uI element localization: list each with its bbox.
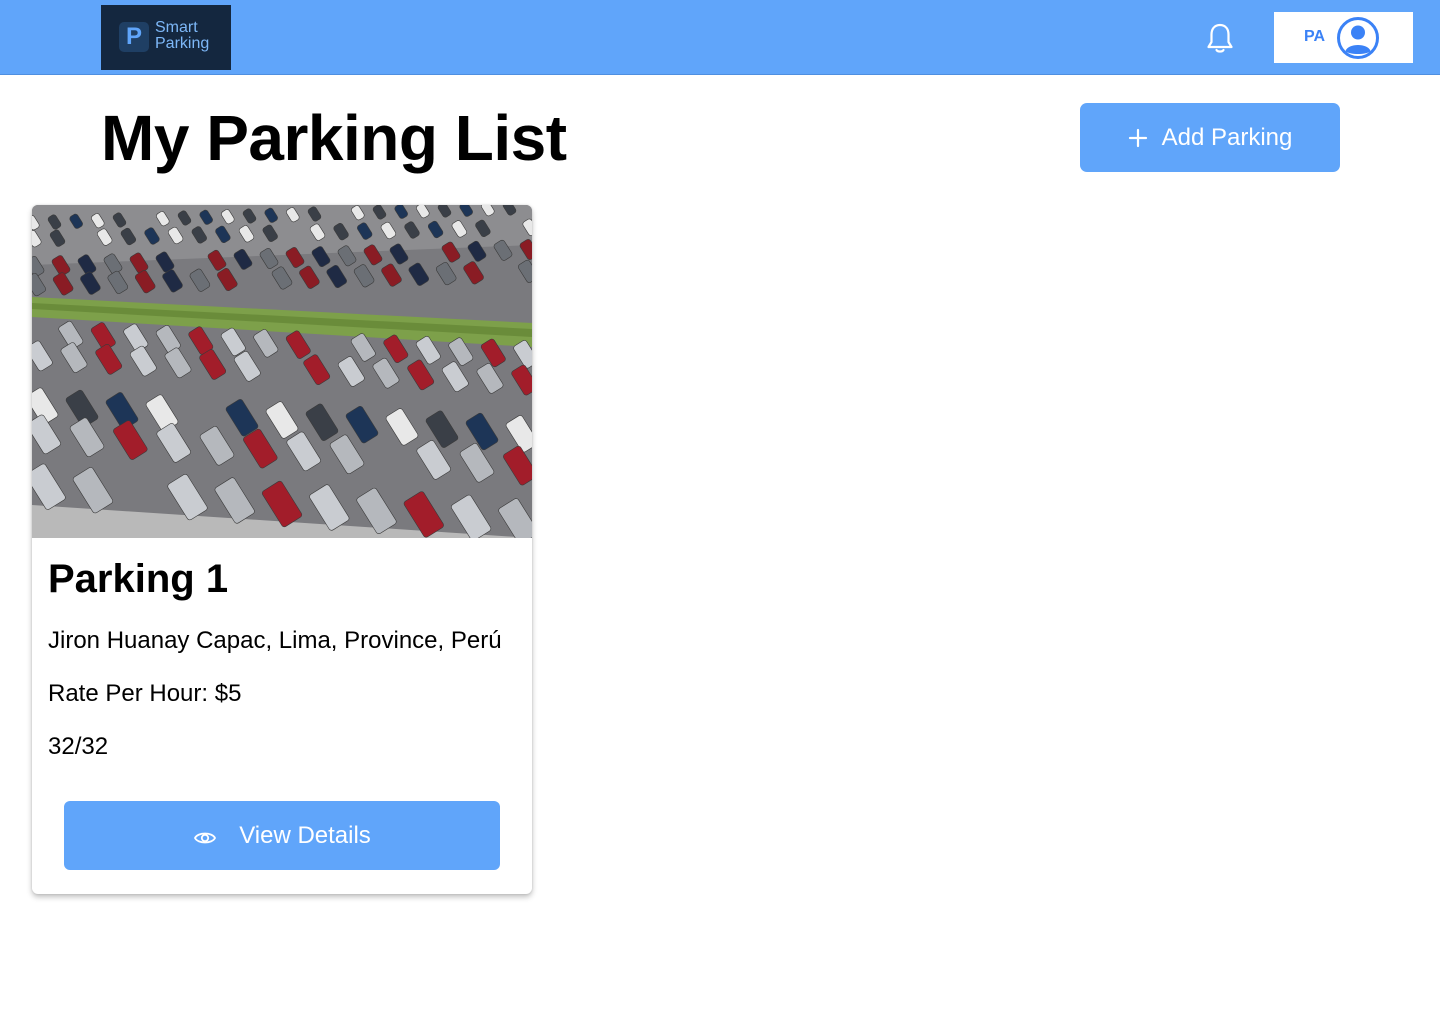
add-parking-button[interactable]: Add Parking bbox=[1080, 103, 1340, 172]
user-menu[interactable]: PA bbox=[1274, 12, 1413, 63]
top-navbar: P Smart Parking PA bbox=[0, 0, 1440, 75]
logo-text-line2: Parking bbox=[155, 35, 210, 52]
logo-mark: P bbox=[119, 22, 149, 52]
user-initials: PA bbox=[1304, 28, 1326, 45]
add-parking-label: Add Parking bbox=[1161, 123, 1293, 151]
parking-rate: Rate Per Hour: $5 bbox=[48, 680, 242, 707]
page-title: My Parking List bbox=[101, 102, 567, 174]
bell-icon[interactable] bbox=[1204, 22, 1236, 54]
eye-icon bbox=[194, 832, 217, 843]
logo-text-line1: Smart bbox=[155, 19, 198, 36]
smart-parking-logo[interactable]: P Smart Parking bbox=[101, 5, 231, 70]
parking-name: Parking 1 bbox=[48, 557, 229, 601]
view-details-label: View Details bbox=[239, 821, 371, 849]
parking-address: Jiron Huanay Capac, Lima, Province, Perú bbox=[48, 627, 502, 654]
parking-card: Parking 1 Jiron Huanay Capac, Lima, Prov… bbox=[32, 205, 532, 894]
logo-text: Smart Parking bbox=[155, 20, 209, 52]
plus-icon bbox=[1128, 128, 1147, 147]
parking-lot-photo bbox=[32, 205, 532, 538]
user-circle-icon bbox=[1337, 17, 1379, 59]
view-details-button[interactable]: View Details bbox=[64, 801, 500, 870]
parking-capacity: 32/32 bbox=[48, 733, 109, 760]
